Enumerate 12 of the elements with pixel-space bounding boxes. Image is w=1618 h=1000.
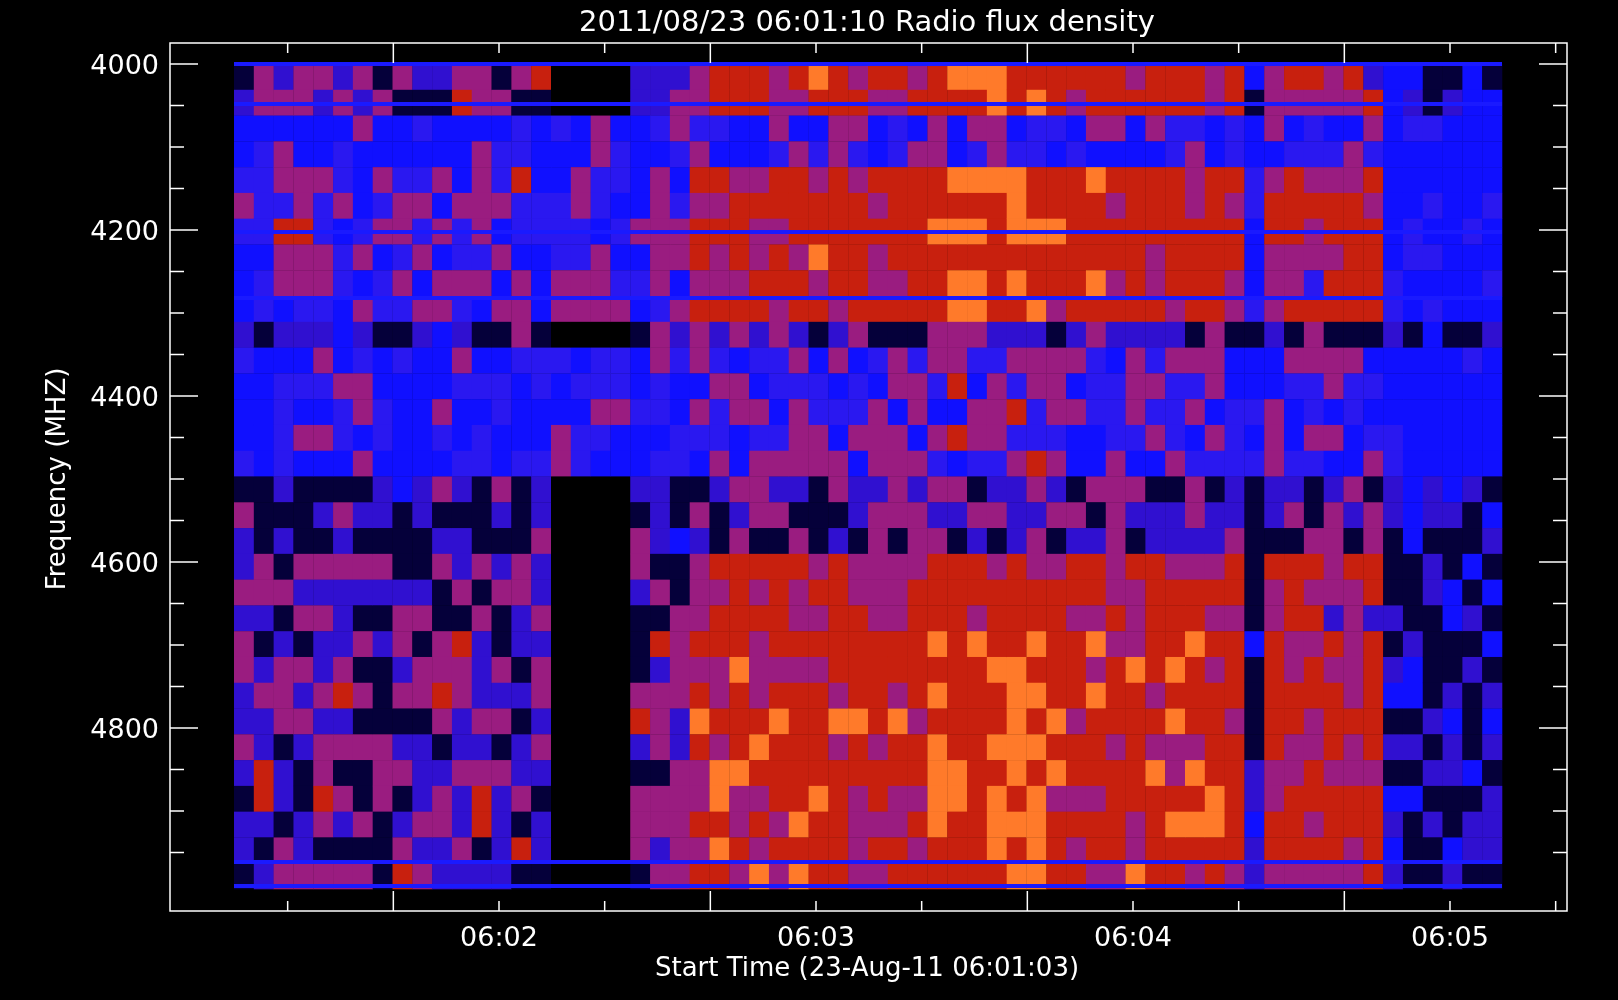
x-axis-label: Start Time (23-Aug-11 06:01:03) — [654, 952, 1080, 982]
y-tick-label: 4800 — [90, 713, 159, 744]
y-tick-label: 4000 — [90, 49, 159, 80]
y-tick-label: 4200 — [90, 215, 159, 246]
x-tick-label: 06:03 — [777, 921, 855, 952]
y-tick-label: 4600 — [90, 547, 159, 578]
y-tick-label: 4400 — [90, 381, 159, 412]
chart-title: 2011/08/23 06:01:10 Radio flux density — [579, 4, 1155, 38]
x-tick-label: 06:05 — [1411, 921, 1489, 952]
x-tick-label: 06:02 — [460, 921, 538, 952]
y-axis-label: Frequency (MHZ) — [41, 367, 71, 591]
x-tick-label: 06:04 — [1094, 921, 1172, 952]
